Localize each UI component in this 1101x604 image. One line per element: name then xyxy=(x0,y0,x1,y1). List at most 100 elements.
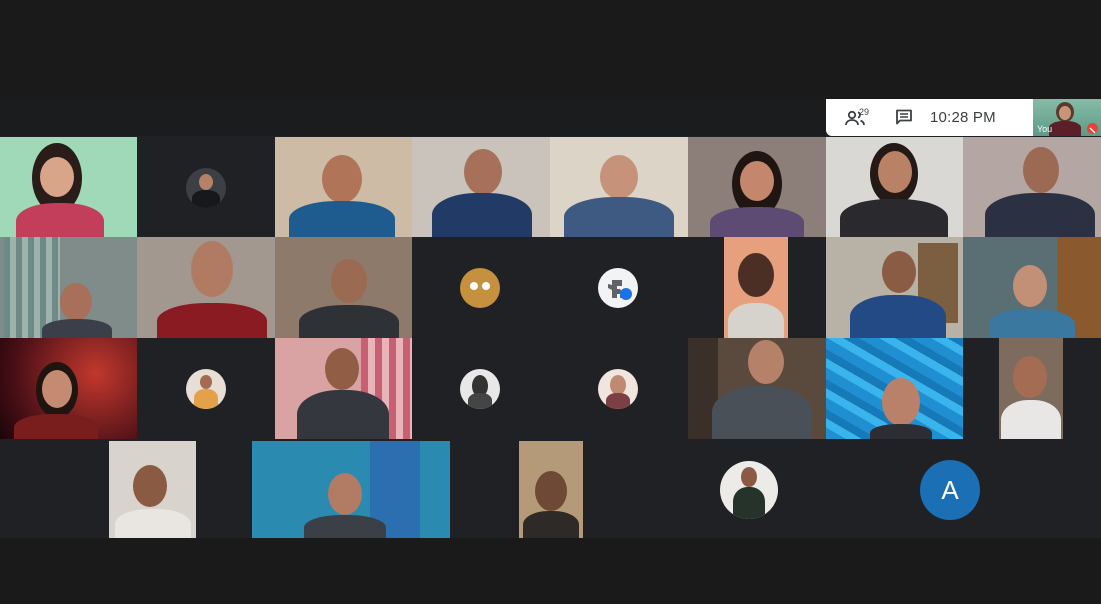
self-label: You xyxy=(1037,124,1053,134)
participant-avatar xyxy=(598,268,638,308)
participant-body xyxy=(564,197,674,237)
participant-body xyxy=(870,424,932,439)
self-view-tile[interactable]: You xyxy=(1033,99,1101,136)
participant-tile[interactable] xyxy=(412,237,550,338)
participant-video[interactable] xyxy=(963,137,1101,237)
participant-avatar xyxy=(460,268,500,308)
participant-video[interactable] xyxy=(412,137,550,237)
participant-video[interactable] xyxy=(0,137,137,237)
participant-body xyxy=(710,207,804,237)
participant-face xyxy=(325,348,359,390)
participant-body xyxy=(42,319,112,338)
avatar-face xyxy=(200,375,212,389)
participant-face xyxy=(1013,265,1047,307)
participant-avatar xyxy=(186,168,226,208)
participant-video[interactable] xyxy=(275,338,412,439)
participant-body xyxy=(16,203,104,237)
participant-video[interactable] xyxy=(826,237,963,338)
participant-face xyxy=(1013,356,1047,398)
participant-face xyxy=(40,157,74,197)
participant-video[interactable] xyxy=(275,137,412,237)
participant-body xyxy=(115,509,191,538)
participant-tile[interactable] xyxy=(550,237,688,338)
participant-face xyxy=(1023,147,1059,193)
participant-body xyxy=(14,414,98,439)
dino-icon xyxy=(608,280,632,300)
avatar-face xyxy=(199,174,213,190)
participant-body xyxy=(850,295,946,338)
meeting-clock: 10:28 PM xyxy=(930,109,996,126)
participant-video[interactable] xyxy=(0,237,137,338)
participant-face xyxy=(740,161,774,201)
participant-face xyxy=(42,370,72,408)
participant-video[interactable] xyxy=(688,237,826,338)
participant-face xyxy=(600,155,638,199)
participant-video[interactable] xyxy=(519,441,583,538)
people-button[interactable]: 29 xyxy=(826,99,884,136)
participant-tile[interactable] xyxy=(412,338,550,439)
participant-face xyxy=(882,251,916,293)
participant-body xyxy=(289,201,395,237)
meeting-top-bar xyxy=(0,99,826,136)
participant-face xyxy=(535,471,567,511)
participant-body xyxy=(728,303,784,338)
participant-face xyxy=(191,241,233,297)
bottom-letterbox xyxy=(0,538,1101,604)
participant-video[interactable] xyxy=(826,137,963,237)
participant-video[interactable] xyxy=(688,338,826,439)
participant-body xyxy=(1001,400,1061,439)
participant-video[interactable] xyxy=(963,237,1101,338)
participant-face xyxy=(738,253,774,297)
self-body xyxy=(1049,121,1081,136)
participant-face xyxy=(878,151,912,193)
participant-body xyxy=(523,511,579,538)
participant-video[interactable] xyxy=(109,441,196,538)
participant-tile[interactable] xyxy=(137,137,275,237)
participant-body xyxy=(840,199,948,237)
participant-face xyxy=(748,340,784,384)
avatar-body xyxy=(733,487,765,519)
avatar-body xyxy=(606,393,630,409)
participant-face xyxy=(331,259,367,303)
participant-body xyxy=(299,305,399,338)
self-face xyxy=(1059,106,1071,120)
participant-avatar xyxy=(186,369,226,409)
avatar-body xyxy=(194,389,218,409)
participant-face xyxy=(60,283,92,321)
avatar-body xyxy=(468,393,492,409)
participant-video[interactable] xyxy=(252,441,450,538)
avatar-eye xyxy=(482,282,490,290)
participant-avatar[interactable] xyxy=(720,461,778,519)
participant-body xyxy=(712,386,812,439)
participant-video[interactable] xyxy=(688,137,826,237)
avatar-face xyxy=(610,375,626,395)
participant-body xyxy=(297,390,389,439)
participant-body xyxy=(304,515,386,538)
top-letterbox xyxy=(0,0,1101,99)
participant-video[interactable] xyxy=(137,237,275,338)
participant-body xyxy=(985,193,1095,237)
participant-body xyxy=(157,303,267,338)
participant-video[interactable] xyxy=(963,338,1101,439)
avatar-face xyxy=(741,467,757,487)
participant-tile[interactable] xyxy=(137,338,275,439)
mic-off-icon[interactable] xyxy=(1087,123,1098,134)
participant-initial-avatar[interactable]: A xyxy=(920,460,980,520)
participant-video[interactable] xyxy=(0,338,137,439)
participant-face xyxy=(133,465,167,507)
participant-video[interactable] xyxy=(826,338,963,439)
participant-body xyxy=(989,309,1075,338)
participant-avatar xyxy=(460,369,500,409)
participant-video[interactable] xyxy=(550,137,688,237)
avatar-eye xyxy=(470,282,478,290)
participant-video[interactable] xyxy=(275,237,412,338)
participant-tile[interactable] xyxy=(550,338,688,439)
participant-body xyxy=(432,193,532,237)
participant-face xyxy=(464,149,502,195)
chat-icon xyxy=(895,109,913,126)
participant-face xyxy=(882,378,920,426)
avatar-body xyxy=(192,190,220,208)
chat-button[interactable] xyxy=(884,99,924,136)
meeting-controls: 29 10:28 PM xyxy=(826,99,1033,136)
participant-avatar xyxy=(598,369,638,409)
